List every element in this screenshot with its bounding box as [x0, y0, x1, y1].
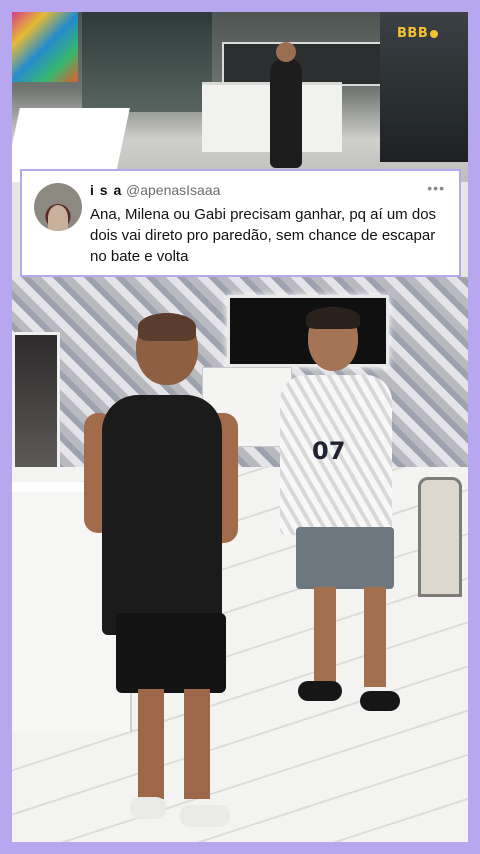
display-name[interactable]: i s a — [90, 182, 122, 198]
tweet-card[interactable]: i s a @apenasIsaaa ••• Ana, Milena ou Ga… — [20, 169, 461, 277]
user-handle[interactable]: @apenasIsaaa — [126, 182, 220, 198]
jersey-number: 07 — [312, 437, 346, 465]
bottom-video-frame[interactable]: 07 — [12, 277, 468, 842]
wall-art — [12, 12, 78, 82]
person-cooking — [270, 42, 302, 168]
more-options-icon[interactable]: ••• — [427, 180, 445, 196]
bar-chair — [418, 477, 462, 597]
doorway — [82, 12, 212, 112]
avatar[interactable] — [34, 183, 82, 231]
kitchen-shelf — [222, 42, 382, 86]
post-frame: BBB i s a @apenasIsaaa ••• Ana, Milena o… — [12, 12, 468, 842]
top-video-frame[interactable]: BBB — [12, 12, 468, 182]
show-logo: BBB — [397, 26, 438, 41]
tweet-text: Ana, Milena ou Gabi precisam ganhar, pq … — [90, 206, 437, 265]
man-in-black-tank — [76, 313, 246, 842]
man-in-jersey: 07 — [268, 307, 408, 737]
